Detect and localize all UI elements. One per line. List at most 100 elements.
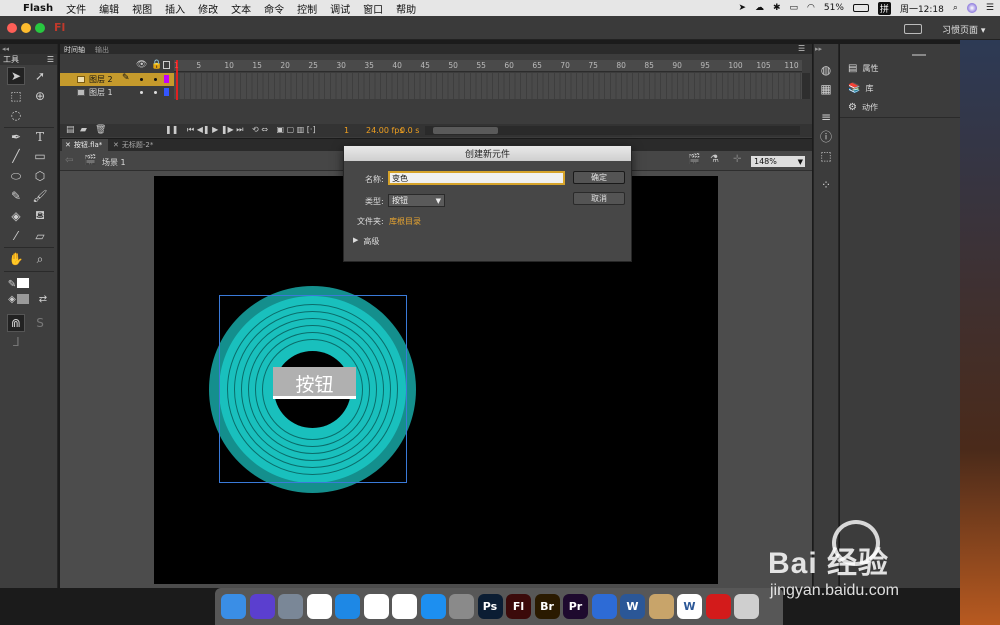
zoom-tool-icon[interactable]: ⌕ (31, 250, 49, 268)
align-panel-icon[interactable]: ≡ (817, 108, 835, 126)
menu-file[interactable]: 文件 (66, 1, 86, 16)
info-panel-icon[interactable]: ⓘ (817, 127, 835, 145)
pencil-icon[interactable]: ✎ (122, 73, 130, 83)
layer-color[interactable] (164, 88, 169, 96)
pencil-tool-icon[interactable]: ✎ (7, 187, 25, 205)
notification-center-icon[interactable]: ☰ (986, 3, 994, 13)
free-transform-tool-icon[interactable]: ⬚ (7, 87, 25, 105)
dock-app-icon[interactable] (392, 594, 417, 619)
oval-tool-icon[interactable]: ⬭ (7, 167, 25, 185)
modify-markers-icon[interactable]: [·] (307, 125, 316, 134)
new-folder-icon[interactable]: ▰ (80, 125, 87, 135)
center-stage-icon[interactable]: ✛ (733, 154, 741, 165)
lasso-tool-icon[interactable]: ◌ (7, 106, 25, 124)
dock-app-icon[interactable]: Br (534, 594, 560, 619)
onion-skin-icon[interactable]: ▣ (276, 125, 284, 134)
straighten-icon[interactable]: ᒧ (7, 333, 25, 351)
dock-app-icon[interactable] (278, 594, 303, 619)
menu-text[interactable]: 文本 (231, 1, 251, 16)
collapse-icon[interactable]: ◂◂ (2, 45, 9, 53)
timeline-tab[interactable]: 时间轴 (64, 45, 85, 55)
dock-app-icon[interactable]: Fl (506, 594, 531, 619)
wifi-icon[interactable]: ◠ (807, 3, 815, 13)
pen-tool-icon[interactable]: ✒ (7, 128, 25, 146)
swap-colors-icon[interactable]: ⇄ (34, 290, 52, 308)
input-method-icon[interactable]: 拼 (877, 1, 891, 15)
timeline-scrollbar[interactable] (802, 73, 810, 99)
menu-view[interactable]: 视图 (132, 1, 152, 16)
zoom-window-button[interactable] (35, 23, 45, 33)
cancel-button[interactable]: 取消 (573, 192, 625, 205)
edit-symbols-icon[interactable]: ⚗ (710, 154, 719, 165)
visibility-dot[interactable] (140, 91, 143, 94)
close-tab-icon[interactable]: ✕ (65, 141, 71, 149)
dock-app-icon[interactable]: W (677, 594, 702, 619)
advanced-toggle[interactable]: ▶ 高级 (353, 236, 379, 247)
symbol-type-select[interactable]: 按钮 ▼ (388, 194, 445, 207)
frame-rate[interactable]: 24.00 fps (366, 126, 404, 135)
swatches-panel-icon[interactable]: ▦ (817, 80, 835, 98)
close-tab-icon[interactable]: ✕ (113, 141, 119, 149)
properties-panel-item[interactable]: ▤ 属性 (848, 63, 878, 74)
menu-control[interactable]: 控制 (297, 1, 317, 16)
visibility-dot[interactable] (140, 78, 143, 81)
folder-link[interactable]: 库根目录 (389, 216, 421, 227)
delete-layer-icon[interactable]: 🗑 (95, 125, 106, 135)
dock-app-icon[interactable] (734, 594, 759, 619)
edit-scene-icon[interactable]: 🎬 (688, 154, 700, 165)
text-tool-icon[interactable]: T (31, 128, 49, 146)
elapsed-time[interactable]: 0.0 s (400, 126, 419, 135)
dock-app-icon[interactable] (449, 594, 474, 619)
cloud-icon[interactable]: ☁ (755, 3, 764, 13)
selection-bounding-box[interactable] (219, 295, 407, 483)
dock-app-icon[interactable]: W (620, 594, 645, 619)
tools-tab[interactable]: 工具 (3, 54, 19, 65)
ink-bottle-tool-icon[interactable]: ⛾ (31, 207, 49, 225)
siri-icon[interactable] (966, 3, 977, 13)
battery-icon[interactable] (852, 4, 869, 12)
lock-dot[interactable] (154, 91, 157, 94)
eraser-tool-icon[interactable]: ▱ (31, 227, 49, 245)
scrollbar-thumb[interactable] (433, 127, 498, 134)
pause-icon[interactable]: ❚❚ (165, 125, 178, 134)
3d-rotation-tool-icon[interactable]: ⊕ (31, 87, 49, 105)
clock[interactable]: 周一12:18 (900, 2, 944, 15)
outline-all-icon[interactable] (163, 61, 170, 69)
send-icon[interactable]: ➤ (738, 3, 746, 13)
color-panel-icon[interactable]: ◍ (817, 61, 835, 79)
paint-bucket-tool-icon[interactable]: ◈ (7, 207, 25, 225)
menu-edit[interactable]: 编辑 (99, 1, 119, 16)
brush-tool-icon[interactable]: 🖌 (31, 187, 49, 205)
doc-tab-active[interactable]: ✕ 按钮.fla* (62, 139, 108, 151)
motion-presets-icon[interactable]: ⁘ (817, 176, 835, 194)
panel-grip[interactable] (912, 54, 926, 56)
dock-app-icon[interactable]: Ps (477, 594, 503, 619)
dock-app-icon[interactable] (221, 594, 246, 619)
dock-app-icon[interactable] (705, 594, 731, 619)
dock-app-icon[interactable] (420, 594, 446, 619)
selection-tool-icon[interactable]: ➤ (7, 67, 25, 85)
lock-dot[interactable] (154, 78, 157, 81)
airplay-icon[interactable]: ▭ (790, 3, 799, 13)
ok-button[interactable]: 确定 (573, 171, 625, 184)
back-arrow-icon[interactable]: ⇦ (65, 155, 73, 166)
subselection-tool-icon[interactable]: ➚ (31, 67, 49, 85)
menu-debug[interactable]: 调试 (330, 1, 350, 16)
menu-app-name[interactable]: Flash (23, 3, 53, 14)
smooth-icon[interactable]: S (31, 314, 49, 332)
polystar-tool-icon[interactable]: ⬡ (31, 167, 49, 185)
center-frame-icon[interactable]: ⇔ (261, 125, 268, 134)
new-layer-icon[interactable]: ▤ (66, 125, 75, 135)
collapse-icon[interactable]: ▸▸ (815, 45, 822, 53)
dock-app-icon[interactable] (363, 594, 389, 619)
zoom-select[interactable]: 148% ▼ (751, 156, 805, 167)
line-tool-icon[interactable]: ╱ (7, 147, 25, 165)
minimize-window-button[interactable] (21, 23, 31, 33)
show-hide-all-icon[interactable]: 👁 (136, 60, 147, 70)
play-icon[interactable]: ▶ (212, 125, 218, 134)
doc-tab[interactable]: ✕ 无标题-2* (110, 139, 162, 151)
close-window-button[interactable] (7, 23, 17, 33)
bluetooth-icon[interactable]: ✱ (773, 3, 781, 13)
fill-color-swatch[interactable] (17, 294, 29, 304)
library-panel-item[interactable]: 📚 库 (848, 83, 873, 94)
